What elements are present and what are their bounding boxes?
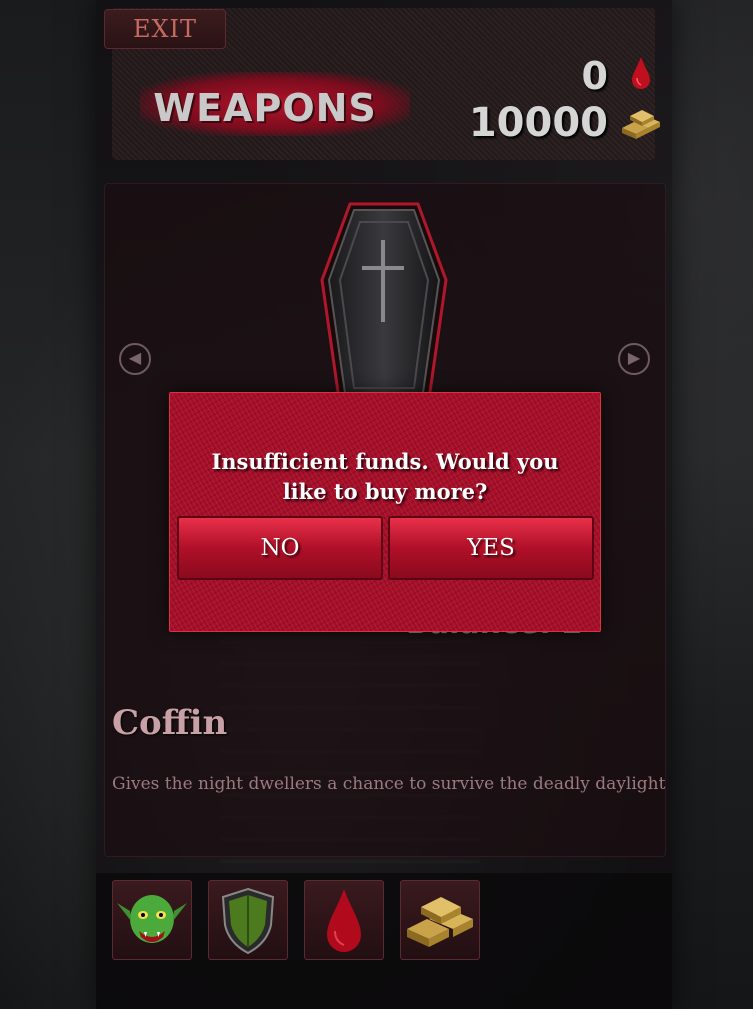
gold-count: 10000 — [468, 100, 608, 146]
tab-gold[interactable] — [400, 880, 480, 960]
tab-blood[interactable] — [304, 880, 384, 960]
item-name: Coffin — [112, 703, 228, 743]
blood-drop-icon — [632, 57, 650, 89]
section-title: WEAPONS — [153, 86, 377, 130]
blood-drop-icon — [327, 889, 361, 952]
goblin-icon — [117, 895, 187, 943]
blood-count: 0 — [581, 54, 608, 98]
gold-bars-icon — [622, 110, 660, 139]
gold-bars-icon — [407, 897, 473, 947]
item-description: Gives the night dwellers a chance to sur… — [112, 774, 666, 794]
no-button[interactable]: NO — [177, 516, 383, 580]
shield-icon — [221, 887, 275, 955]
exit-button[interactable]: EXIT — [104, 9, 226, 49]
insufficient-funds-dialog: Insufficient funds. Would you like to bu… — [169, 392, 601, 632]
previous-item-button[interactable]: ◀ — [119, 343, 151, 375]
tab-armor[interactable] — [208, 880, 288, 960]
coffin-item-image — [320, 202, 448, 408]
dialog-message: Insufficient funds. Would you like to bu… — [211, 449, 559, 504]
yes-button[interactable]: YES — [388, 516, 594, 580]
chevron-left-icon: ◀ — [128, 348, 142, 367]
next-item-button[interactable]: ▶ — [618, 343, 650, 375]
chevron-right-icon: ▶ — [627, 348, 641, 367]
tab-creatures[interactable] — [112, 880, 192, 960]
